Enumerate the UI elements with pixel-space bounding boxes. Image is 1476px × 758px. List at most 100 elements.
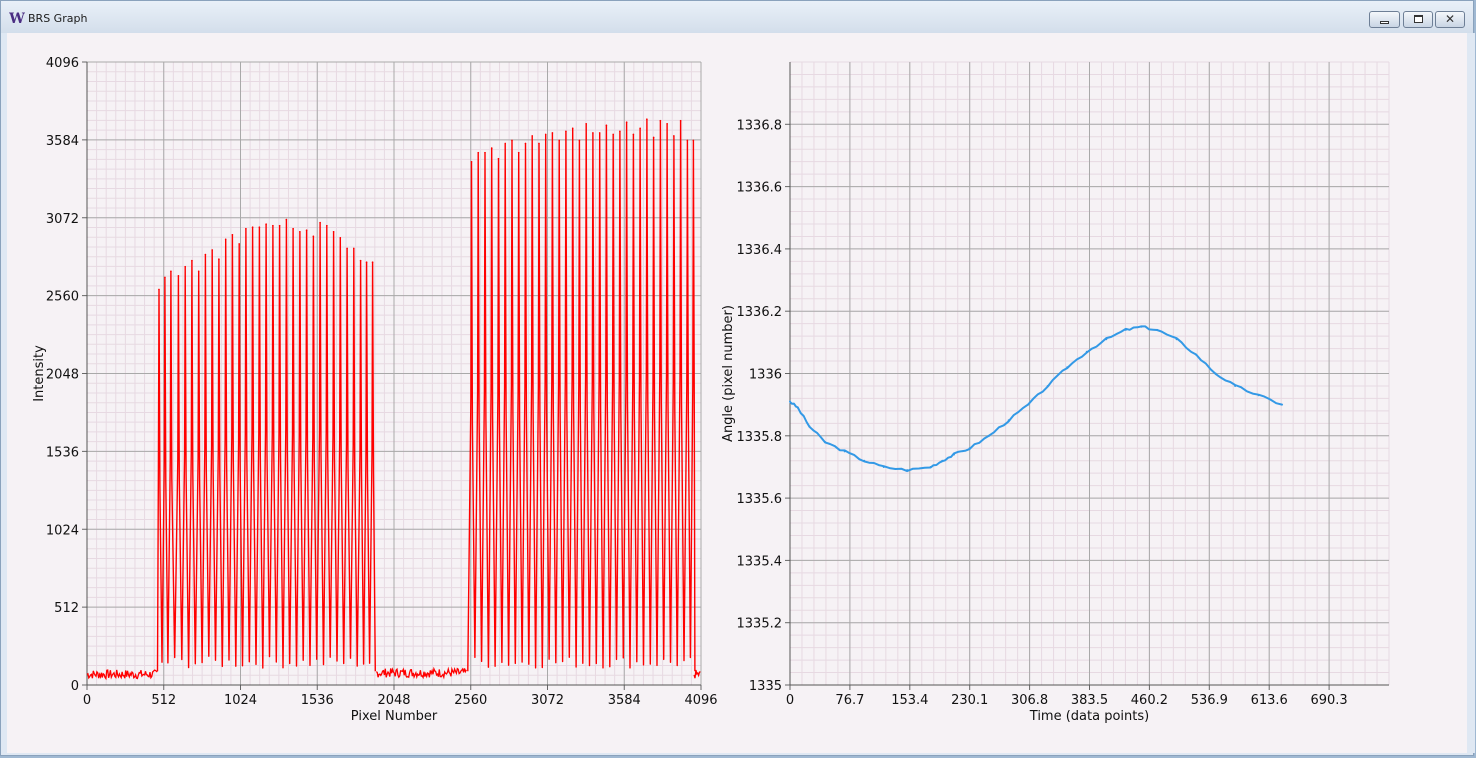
chart1-intensity-peak <box>605 124 608 127</box>
chart1-intensity-peak <box>251 226 254 228</box>
chart1-intensity-peak <box>659 119 662 122</box>
chart1-intensity-peak <box>238 243 240 245</box>
chart1-intensity-peak <box>158 288 160 291</box>
chart1-intensity-peak <box>177 275 180 277</box>
chart1-intensity-peak <box>477 151 480 154</box>
chart1-x-tick-label: 3072 <box>531 693 564 708</box>
chart2-y-tick-label: 1335 <box>749 679 782 694</box>
chart2-angle-point <box>824 441 827 444</box>
chart2-angle-point <box>1281 403 1284 406</box>
chart1-intensity-peak <box>211 249 213 251</box>
close-button[interactable]: ✕ <box>1435 11 1465 28</box>
chart2-y-tick-label: 1335.8 <box>737 430 783 445</box>
chart1-intensity-peak <box>164 276 166 279</box>
chart2-x-tick-label: 383.5 <box>1071 693 1108 708</box>
chart1-intensity-peak <box>299 230 301 233</box>
chart2-angle-point <box>906 469 909 472</box>
chart1-intensity-peak <box>353 247 355 250</box>
chart2-angle-point <box>988 434 991 437</box>
chart2-y-axis-label: Angle (pixel number) <box>721 305 736 442</box>
chart1-intensity-peak <box>218 258 220 260</box>
chart2-x-tick-label: 0 <box>786 693 794 708</box>
chart1-intensity-peak <box>639 127 641 130</box>
chart1-intensity-peak <box>652 136 655 139</box>
chart2-x-tick-label: 536.9 <box>1191 693 1228 708</box>
W-logo-icon: W <box>9 11 25 27</box>
chart2-angle-point <box>796 406 799 409</box>
chart1-intensity-peak <box>285 218 288 221</box>
chart1-intensity-peak <box>365 261 368 263</box>
chart2-angle-point <box>1156 328 1159 331</box>
chart1-intensity-peak <box>346 247 348 250</box>
window-title: BRS Graph <box>28 12 88 25</box>
chart2-angle-point <box>1046 384 1049 387</box>
chart1-x-tick-label: 2048 <box>377 693 410 708</box>
chart2-angle-point <box>1027 403 1030 406</box>
chart1-intensity-peak <box>551 132 554 134</box>
title-bar[interactable]: W BRS Graph ✕ <box>1 1 1473 33</box>
chart2-y-tick-label: 1336 <box>749 368 782 383</box>
chart2-x-tick-label: 613.6 <box>1251 693 1288 708</box>
chart1-y-tick-label: 3584 <box>46 134 79 149</box>
chart1-intensity-peak <box>646 118 648 120</box>
charts-canvas: 0 512 1024 1536 2048 2560 3072 3584 4096 0 512 1024… <box>32 56 1390 724</box>
chart2-y-tick-label: 1336.6 <box>737 181 783 196</box>
close-icon: ✕ <box>1444 12 1456 26</box>
chart1-y-axis-label: Intensity <box>32 345 47 402</box>
chart1-intensity-peak <box>231 233 234 236</box>
chart1-intensity-peak <box>511 139 513 142</box>
chart1-x-tick-label: 1536 <box>301 693 334 708</box>
chart1-intensity-peak <box>571 127 574 130</box>
chart2-y-tick-label: 1335.2 <box>737 617 783 632</box>
chart1-intensity-peak <box>592 132 594 134</box>
chart1-intensity-peak <box>265 223 267 225</box>
minimize-button[interactable] <box>1369 11 1400 28</box>
chart2-angle-point <box>789 400 791 403</box>
chart1-intensity-peak <box>625 121 628 124</box>
chart1-intensity-peak <box>692 139 695 142</box>
chart1-intensity-peak <box>292 227 294 230</box>
chart2-angle-point <box>843 450 846 453</box>
chart1-intensity-peak <box>517 151 520 154</box>
chart1-intensity-peak <box>305 229 308 232</box>
chart1-intensity-peak <box>612 133 614 136</box>
restore-button[interactable] <box>1403 11 1433 28</box>
chart1-intensity-peak <box>673 135 675 137</box>
chart2-angle-point <box>941 459 944 462</box>
chart2-x-axis-label: Time (data points) <box>1029 709 1149 724</box>
chart2-angle-point <box>1105 338 1108 341</box>
chart1-intensity-peak <box>319 221 321 224</box>
chart1-x-tick-label: 512 <box>151 693 176 708</box>
chart1-intensity-peak <box>679 119 682 122</box>
chart1-intensity-peak <box>497 157 500 160</box>
chart1-intensity-peak <box>524 142 527 145</box>
chart1-intensity-peak <box>538 142 540 145</box>
chart2-angle-point <box>929 465 932 468</box>
app-window: W BRS Graph ✕ 0 512 1024 1536 2048 2560 3072 35… <box>0 0 1475 756</box>
chart1-y-tick-label: 1024 <box>46 523 79 538</box>
chart1-y-tick-label: 3072 <box>46 212 79 227</box>
chart1-intensity-peak <box>544 133 547 136</box>
chart1-intensity-peak <box>312 235 315 238</box>
chart1-intensity-peak <box>578 139 581 142</box>
graph-area: 0 512 1024 1536 2048 2560 3072 3584 4096 0 512 1024… <box>7 33 1467 753</box>
chart1-intensity-peak <box>224 238 227 241</box>
chart2-x-tick-label: 230.1 <box>951 693 988 708</box>
chart1-intensity-peak <box>531 135 534 137</box>
chart1-intensity-peak <box>272 224 274 227</box>
chart1-intensity-peak <box>339 237 342 239</box>
chart1-intensity-peak <box>632 133 635 136</box>
restore-icon <box>1414 15 1423 23</box>
chart2-angle-point <box>1007 419 1010 422</box>
chart2-y-tick-label: 1336.8 <box>737 118 783 133</box>
chart1-x-tick-label: 3584 <box>608 693 641 708</box>
chart1-intensity-peak <box>558 139 560 142</box>
chart2-x-tick-label: 690.3 <box>1310 693 1347 708</box>
chart1-x-tick-label: 2560 <box>454 693 487 708</box>
chart2-x-tick-label: 153.4 <box>891 693 928 708</box>
chart2-angle-point <box>1195 353 1198 356</box>
chart1-intensity-peak <box>204 253 207 256</box>
chart2-y-tick-label: 1335.4 <box>737 554 783 569</box>
chart2-x-tick-label: 460.2 <box>1131 693 1168 708</box>
chart1-intensity-peak <box>332 230 335 233</box>
